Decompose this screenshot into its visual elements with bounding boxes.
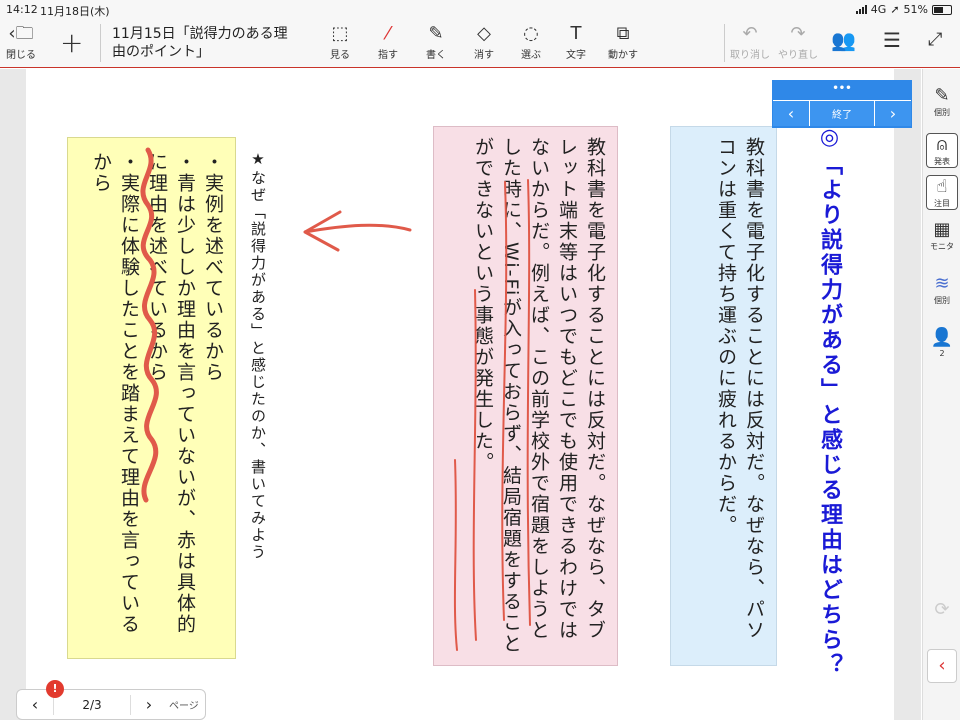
close-label: 閉じる: [6, 50, 36, 61]
edit-note-icon: ✎: [934, 85, 950, 106]
tool-move-label: 動かす: [608, 50, 638, 61]
presenter-icon: ⍝: [936, 134, 948, 155]
sidebar-item-individual-2[interactable]: ≋ 個別: [926, 273, 958, 306]
tool-select-button[interactable]: ◌ 選ぶ: [521, 22, 541, 61]
presenter-prev-button[interactable]: ‹: [773, 101, 809, 126]
network-label: 4G: [870, 3, 887, 16]
alert-badge-icon[interactable]: !: [46, 680, 64, 698]
blue-card[interactable]: 教科書を電子化することには反対だ。なぜなら、パソコンは重くて持ち運ぶのに疲れるか…: [670, 126, 777, 666]
users-icon: 👥: [831, 28, 856, 52]
question-heading: ◎「より説得力がある」と感じる理由はどちら？: [817, 125, 842, 678]
tool-write-label: 書く: [426, 50, 446, 61]
presenter-handle[interactable]: •••: [772, 80, 912, 100]
location-icon: ➚: [890, 3, 900, 16]
back-folder-icon: ‹🗀: [8, 23, 34, 44]
lasso-icon: ◌: [523, 23, 539, 44]
signal-icon: [855, 5, 867, 14]
tool-point-button[interactable]: ⁄ 指す: [378, 22, 398, 61]
undo-label: 取り消し: [730, 50, 770, 61]
sidebar-item-label: モニタ: [930, 242, 954, 251]
eraser-icon: ◇: [477, 23, 491, 44]
collapse-sidebar-button[interactable]: ‹: [927, 649, 957, 683]
sidebar-item-focus[interactable]: ☝ 注目: [926, 175, 958, 210]
person-icon: 👤: [930, 327, 954, 348]
participant-count: 2: [939, 349, 945, 358]
page-navigator: ‹ 2/3 › ページ: [16, 689, 206, 720]
pen-icon: ✎: [428, 23, 444, 44]
sidebar-item-present[interactable]: ⍝ 発表: [926, 133, 958, 168]
pointer-pen-icon: ⁄: [386, 23, 390, 44]
status-time: 14:12: [6, 3, 38, 16]
battery-icon: [932, 4, 952, 15]
tool-move-button[interactable]: ⧉ 動かす: [608, 22, 638, 61]
sidebar-item-monitor[interactable]: ▦ モニタ: [926, 219, 958, 252]
sidebar-item-label: 発表: [934, 157, 950, 166]
presenter-control: ••• ‹ 終了 ›: [772, 80, 912, 128]
document-title-line1: 11月15日「説得力のある理: [112, 26, 288, 42]
tool-view-button[interactable]: ⬚ 見る: [330, 22, 350, 61]
fullscreen-button[interactable]: ⤢: [928, 28, 942, 52]
add-page-button[interactable]: +: [60, 26, 83, 59]
toolbar-divider: [724, 24, 725, 62]
sidebar-item-participants[interactable]: 👤 2: [926, 327, 958, 358]
yellow-card[interactable]: ・実例を述べているから ・青は少ししか理由を言っていないが、赤は具体的に理由を述…: [67, 137, 236, 659]
grid-icon: ▦: [933, 219, 951, 240]
users-button[interactable]: 👥: [831, 28, 856, 52]
pink-card[interactable]: 教科書を電子化することには反対だ。なぜなら、タブレット端末等はいつでもどこでも使…: [433, 126, 618, 666]
layers-icon: ≋: [934, 273, 950, 294]
tool-point-label: 指す: [378, 50, 398, 61]
answer-line: ・実例を述べているから: [202, 152, 224, 383]
undo-button[interactable]: ↶ 取り消し: [730, 22, 770, 61]
undo-icon: ↶: [742, 23, 758, 44]
sidebar-item-individual[interactable]: ✎ 個別: [926, 85, 958, 118]
hamburger-icon: ☰: [883, 28, 901, 52]
document-title[interactable]: 11月15日「説得力のある理 由のポイント」: [112, 25, 312, 61]
answer-line: ・実際に体験したことを踏まえて理由を言っているから: [90, 152, 140, 635]
redo-icon: ↷: [790, 23, 806, 44]
status-bar: 14:12 11月18日(木) 4G ➚ 51%: [0, 0, 960, 18]
right-sidebar: ✎ 個別 ⍝ 発表 ☝ 注目 ▦ モニタ ≋ 個別 👤 2 ⟳ ‹: [922, 69, 960, 720]
text-icon: T: [570, 23, 582, 44]
page-label: ページ: [169, 701, 199, 712]
sidebar-item-label: 注目: [934, 199, 950, 208]
tool-text-button[interactable]: T 文字: [566, 22, 586, 61]
prev-page-button[interactable]: ‹: [17, 695, 53, 714]
tool-view-label: 見る: [330, 50, 350, 61]
tool-write-button[interactable]: ✎ 書く: [426, 22, 446, 61]
refresh-icon: ⟳: [934, 599, 950, 620]
tool-select-label: 選ぶ: [521, 50, 541, 61]
document-title-line2: 由のポイント」: [112, 44, 210, 60]
sidebar-item-label: 個別: [934, 108, 950, 117]
answer-line: ・青は少ししか理由を言っていないが、赤は具体的に理由を述べているから: [146, 152, 196, 635]
sidebar-item-label: 個別: [934, 296, 950, 305]
view-icon: ⬚: [331, 23, 349, 44]
presenter-row: ‹ 終了 ›: [773, 100, 911, 126]
presenter-next-button[interactable]: ›: [875, 101, 911, 126]
next-page-button[interactable]: ›: [131, 695, 167, 714]
close-button[interactable]: ‹🗀 閉じる: [6, 22, 36, 61]
page-number[interactable]: 2/3: [53, 694, 131, 715]
redo-button[interactable]: ↷ やり直し: [778, 22, 818, 61]
status-date: 11月18日(木): [40, 5, 110, 18]
move-icon: ⧉: [616, 23, 630, 44]
tool-erase-button[interactable]: ◇ 消す: [474, 22, 494, 61]
menu-button[interactable]: ☰: [883, 28, 901, 52]
redo-label: やり直し: [778, 50, 818, 61]
chevron-left-icon: ‹: [938, 655, 946, 676]
prompt-text: ★なぜ「説得力がある」と感じたのか、書いてみよう: [249, 150, 267, 561]
toolbar-divider: [100, 24, 101, 62]
expand-icon: ⤢: [928, 29, 943, 50]
presenter-end-button[interactable]: 終了: [809, 101, 875, 126]
toolbar: ‹🗀 閉じる + 11月15日「説得力のある理 由のポイント」 ⬚ 見る ⁄ 指…: [0, 18, 960, 68]
hand-icon: ☝: [936, 176, 948, 197]
battery-label: 51%: [903, 3, 928, 16]
tool-text-label: 文字: [566, 50, 586, 61]
status-right: 4G ➚ 51%: [855, 3, 952, 16]
sync-button[interactable]: ⟳: [926, 599, 958, 621]
tool-erase-label: 消す: [474, 50, 494, 61]
